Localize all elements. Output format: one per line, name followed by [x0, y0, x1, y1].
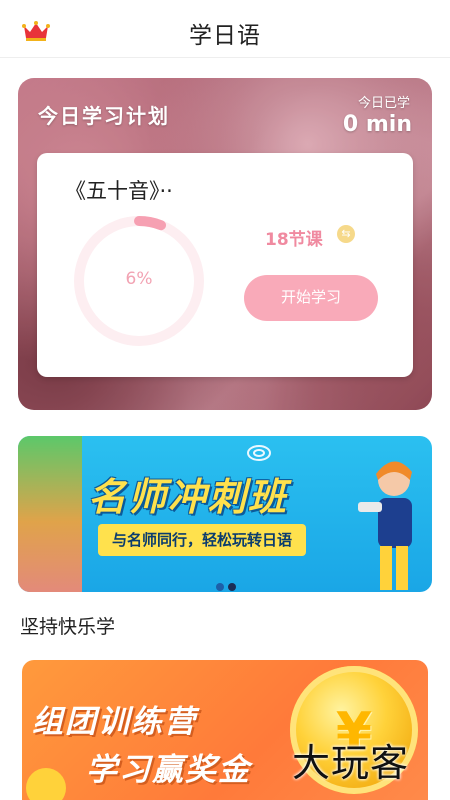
page-title: 学日语 — [189, 23, 261, 49]
course-card[interactable]: 《五十音》·· 6% 18节课 ⇆ 开始学习 — [37, 153, 413, 377]
top-bar: 学日语 — [0, 0, 450, 58]
today-studied-label: 今日已学 — [357, 96, 410, 111]
switch-icon[interactable]: ⇆ — [337, 225, 355, 243]
course-name: 《五十音》·· — [65, 179, 173, 203]
promo-banner[interactable]: 名师冲刺班 与名师同行，轻松玩转日语 — [18, 436, 432, 592]
progress-ring: 6% — [71, 213, 207, 349]
study-plan-card: 今日学习计划 今日已学 0 min 《五十音》·· 6% 18节课 ⇆ 开始学习 — [18, 78, 432, 410]
carousel-indicator — [214, 576, 244, 591]
small-coin-icon — [26, 768, 66, 800]
lesson-count: 18节课 — [265, 230, 323, 250]
banner-left-illustration — [18, 436, 82, 592]
banner-title: 名师冲刺班 — [88, 475, 289, 519]
start-study-button[interactable]: 开始学习 — [244, 275, 378, 321]
progress-percent: 6% — [125, 269, 153, 289]
carousel-dot[interactable] — [228, 583, 236, 591]
today-studied-value: 0 min — [342, 112, 412, 137]
section-title: 坚持快乐学 — [20, 616, 116, 638]
promo-line-1: 组团训练营 — [32, 704, 197, 740]
promo-line-2: 学习赢奖金 — [86, 752, 251, 788]
spiral-logo-icon — [247, 445, 271, 461]
watermark: 大玩客 — [292, 741, 410, 785]
carousel-dot[interactable] — [216, 583, 224, 591]
app-screen: 学日语 今日学习计划 今日已学 0 min 《五十音》·· 6% 18节课 ⇆ … — [0, 0, 450, 800]
banner-subtitle: 与名师同行，轻松玩转日语 — [98, 524, 307, 556]
teacher-illustration — [358, 461, 412, 590]
plan-title: 今日学习计划 — [38, 104, 170, 128]
